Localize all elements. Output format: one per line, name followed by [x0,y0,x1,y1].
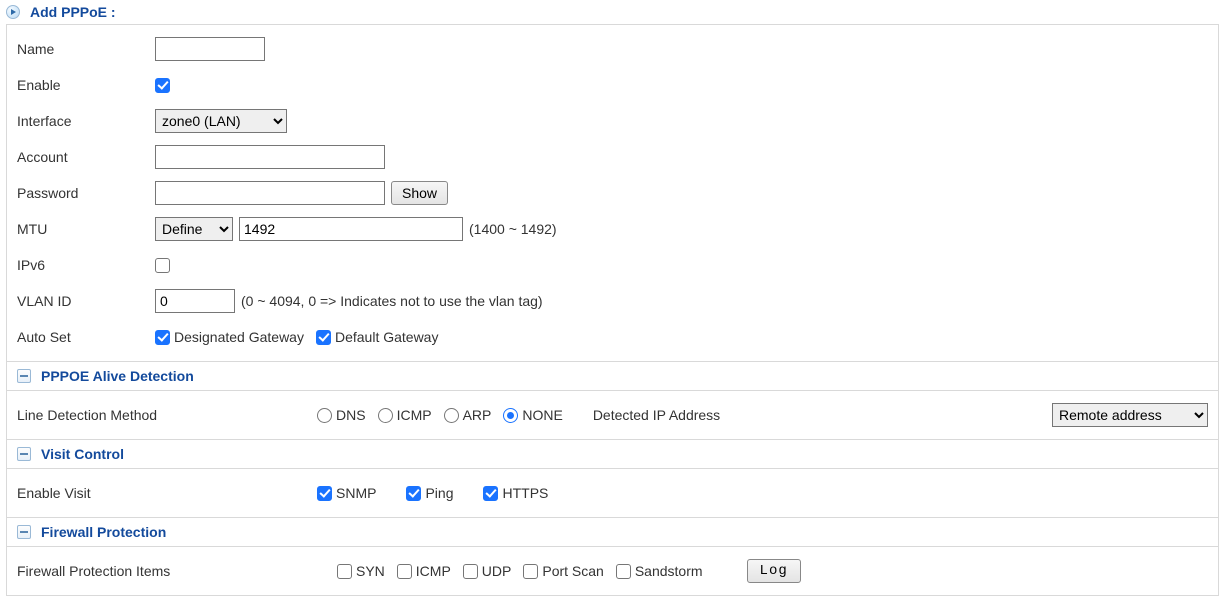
detect-arp-radio[interactable] [444,408,459,423]
mtu-hint: (1400 ~ 1492) [469,221,557,237]
interface-select[interactable]: zone0 (LAN) [155,109,287,133]
alive-title: PPPOE Alive Detection [41,368,194,384]
alive-header-panel: PPPOE Alive Detection [6,362,1219,391]
visit-snmp-label: SNMP [336,485,376,501]
show-password-button[interactable]: Show [391,181,448,205]
detect-icmp-radio[interactable] [378,408,393,423]
firewall-title: Firewall Protection [41,524,166,540]
default-gw-checkbox[interactable] [316,330,331,345]
detect-none-label: NONE [522,407,562,423]
visit-https-checkbox[interactable] [483,486,498,501]
firewall-body-panel: Firewall Protection Items SYN ICMP UDP P… [6,547,1219,596]
ipv6-checkbox[interactable] [155,258,170,273]
visit-title: Visit Control [41,446,124,462]
mtu-input[interactable] [239,217,463,241]
fw-udp-wrap[interactable]: UDP [463,563,512,579]
visit-https-wrap[interactable]: HTTPS [483,485,548,501]
detect-icmp-wrap[interactable]: ICMP [378,407,432,423]
collapse-icon[interactable] [6,5,20,19]
fw-sandstorm-checkbox[interactable] [616,564,631,579]
vlan-input[interactable] [155,289,235,313]
mtu-label: MTU [17,221,155,237]
fw-portscan-wrap[interactable]: Port Scan [523,563,603,579]
default-gw-label: Default Gateway [335,329,439,345]
fw-syn-label: SYN [356,563,385,579]
alive-body-panel: Line Detection Method DNS ICMP ARP NONE [6,391,1219,440]
firewall-collapse-icon[interactable] [17,525,31,539]
firewall-items-label: Firewall Protection Items [17,563,337,579]
enable-label: Enable [17,77,155,93]
mtu-mode-select[interactable]: Define [155,217,233,241]
account-input[interactable] [155,145,385,169]
fw-icmp-wrap[interactable]: ICMP [397,563,451,579]
designated-gw-wrap[interactable]: Designated Gateway [155,329,304,345]
page-title: Add PPPoE : [30,4,116,20]
vlan-label: VLAN ID [17,293,155,309]
detected-ip-label: Detected IP Address [593,407,720,423]
detect-dns-wrap[interactable]: DNS [317,407,366,423]
visit-snmp-checkbox[interactable] [317,486,332,501]
detect-dns-label: DNS [336,407,366,423]
visit-snmp-wrap[interactable]: SNMP [317,485,376,501]
fw-udp-label: UDP [482,563,512,579]
fw-icmp-checkbox[interactable] [397,564,412,579]
default-gw-wrap[interactable]: Default Gateway [316,329,439,345]
fw-syn-wrap[interactable]: SYN [337,563,385,579]
firewall-header-panel: Firewall Protection [6,518,1219,547]
detect-icmp-label: ICMP [397,407,432,423]
detect-arp-wrap[interactable]: ARP [444,407,492,423]
name-input[interactable] [155,37,265,61]
name-label: Name [17,41,155,57]
fw-sandstorm-label: Sandstorm [635,563,703,579]
detect-arp-label: ARP [463,407,492,423]
main-form-panel: Name Enable Interface zone0 (LAN) Accoun… [6,24,1219,362]
account-label: Account [17,149,155,165]
fw-udp-checkbox[interactable] [463,564,478,579]
fw-portscan-checkbox[interactable] [523,564,538,579]
detect-none-wrap[interactable]: NONE [503,407,562,423]
visit-https-label: HTTPS [502,485,548,501]
visit-ping-label: Ping [425,485,453,501]
enable-checkbox[interactable] [155,78,170,93]
ipv6-label: IPv6 [17,257,155,273]
visit-header-panel: Visit Control [6,440,1219,469]
password-label: Password [17,185,155,201]
enable-visit-label: Enable Visit [17,485,317,501]
visit-ping-wrap[interactable]: Ping [406,485,453,501]
autoset-label: Auto Set [17,329,155,345]
interface-label: Interface [17,113,155,129]
fw-portscan-label: Port Scan [542,563,603,579]
fw-icmp-label: ICMP [416,563,451,579]
alive-collapse-icon[interactable] [17,369,31,383]
detect-dns-radio[interactable] [317,408,332,423]
fw-syn-checkbox[interactable] [337,564,352,579]
visit-body-panel: Enable Visit SNMP Ping HTTPS [6,469,1219,518]
fw-sandstorm-wrap[interactable]: Sandstorm [616,563,703,579]
detect-none-radio[interactable] [503,408,518,423]
vlan-hint: (0 ~ 4094, 0 => Indicates not to use the… [241,293,543,309]
log-button[interactable]: Log [747,559,801,583]
line-detect-method-label: Line Detection Method [17,407,317,423]
designated-gw-label: Designated Gateway [174,329,304,345]
visit-ping-checkbox[interactable] [406,486,421,501]
detected-ip-select[interactable]: Remote address [1052,403,1208,427]
visit-collapse-icon[interactable] [17,447,31,461]
password-input[interactable] [155,181,385,205]
designated-gw-checkbox[interactable] [155,330,170,345]
